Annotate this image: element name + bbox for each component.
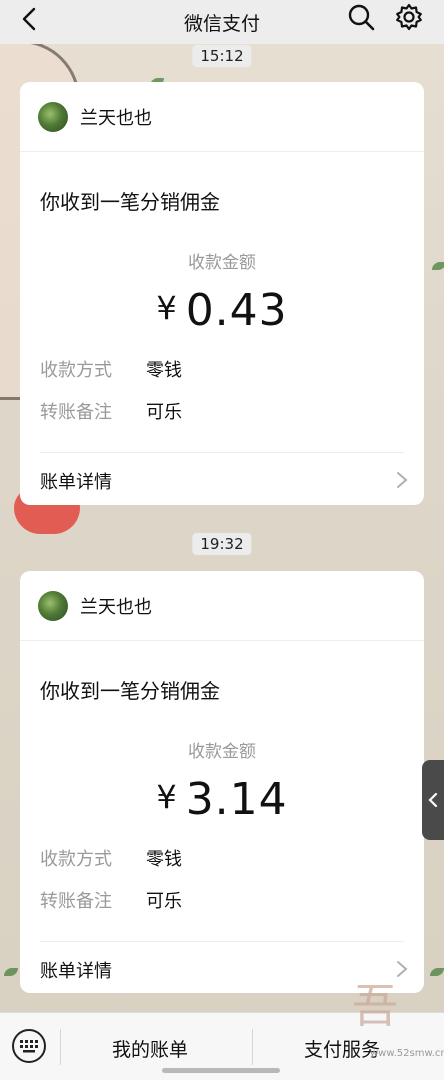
- sender-name: 兰天也也: [80, 596, 152, 618]
- card-title: 你收到一笔分销佣金: [40, 679, 220, 703]
- card-title: 你收到一笔分销佣金: [40, 190, 220, 214]
- detail-key: 收款方式: [40, 849, 112, 870]
- card-header: 兰天也也: [20, 571, 424, 641]
- bill-details-label: 账单详情: [40, 472, 112, 493]
- detail-value: 零钱: [146, 849, 182, 870]
- detail-row: 收款方式 零钱: [20, 837, 424, 879]
- search-button[interactable]: [346, 2, 376, 32]
- chevron-left-icon: [22, 7, 36, 31]
- amount-value: ¥3.14: [20, 774, 424, 825]
- bill-details-link[interactable]: 账单详情: [20, 453, 424, 505]
- amount-number: 3.14: [185, 774, 288, 825]
- keyboard-icon: [20, 1040, 38, 1053]
- detail-key: 收款方式: [40, 360, 112, 381]
- payment-card[interactable]: 兰天也也 你收到一笔分销佣金 收款金额 ¥3.14 收款方式 零钱 转账备注 可乐 …: [20, 571, 424, 993]
- chevron-left-icon: [428, 792, 438, 808]
- detail-value: 零钱: [146, 360, 182, 381]
- back-button[interactable]: [14, 4, 44, 34]
- amount-number: 0.43: [185, 285, 288, 336]
- detail-key: 转账备注: [40, 891, 112, 912]
- menu-separator: [60, 1029, 61, 1065]
- payment-card[interactable]: 兰天也也 你收到一笔分销佣金 收款金额 ¥0.43 收款方式 零钱 转账备注 可乐 …: [20, 82, 424, 505]
- currency-symbol: ¥: [156, 289, 178, 327]
- watermark-text: www.52smw.cn: [370, 1048, 444, 1059]
- my-bills-menu[interactable]: 我的账单: [112, 1035, 188, 1062]
- menu-separator: [252, 1029, 253, 1065]
- detail-row: 转账备注 可乐: [20, 390, 424, 432]
- gear-icon: [396, 3, 422, 31]
- side-float-handle[interactable]: [422, 760, 444, 840]
- bill-details-label: 账单详情: [40, 961, 112, 982]
- page-title: 微信支付: [183, 12, 260, 35]
- currency-symbol: ¥: [156, 778, 178, 816]
- detail-row: 转账备注 可乐: [20, 879, 424, 921]
- detail-row: 收款方式 零钱: [20, 348, 424, 390]
- leaf-decoration: [4, 968, 18, 976]
- detail-key: 转账备注: [40, 402, 112, 423]
- home-indicator[interactable]: [162, 1068, 280, 1073]
- chevron-right-icon: [397, 472, 408, 488]
- navigation-bar: 微信支付: [0, 0, 444, 44]
- watermark-logo: 吾: [352, 979, 398, 1033]
- detail-value: 可乐: [146, 891, 182, 912]
- amount-label: 收款金额: [188, 253, 256, 273]
- site-watermark: 吾 www.52smw.cn: [340, 966, 444, 1066]
- search-icon: [348, 4, 375, 31]
- message-timestamp: 15:12: [192, 45, 252, 67]
- amount-value: ¥0.43: [20, 285, 424, 336]
- avatar: [38, 590, 68, 621]
- keyboard-toggle-button[interactable]: [12, 1029, 46, 1063]
- amount-label: 收款金额: [188, 742, 256, 762]
- detail-value: 可乐: [146, 402, 182, 423]
- message-timestamp: 19:32: [192, 533, 252, 555]
- avatar: [38, 101, 68, 132]
- leaf-decoration: [432, 262, 444, 270]
- card-header: 兰天也也: [20, 82, 424, 152]
- settings-button[interactable]: [394, 2, 424, 32]
- sender-name: 兰天也也: [80, 107, 152, 129]
